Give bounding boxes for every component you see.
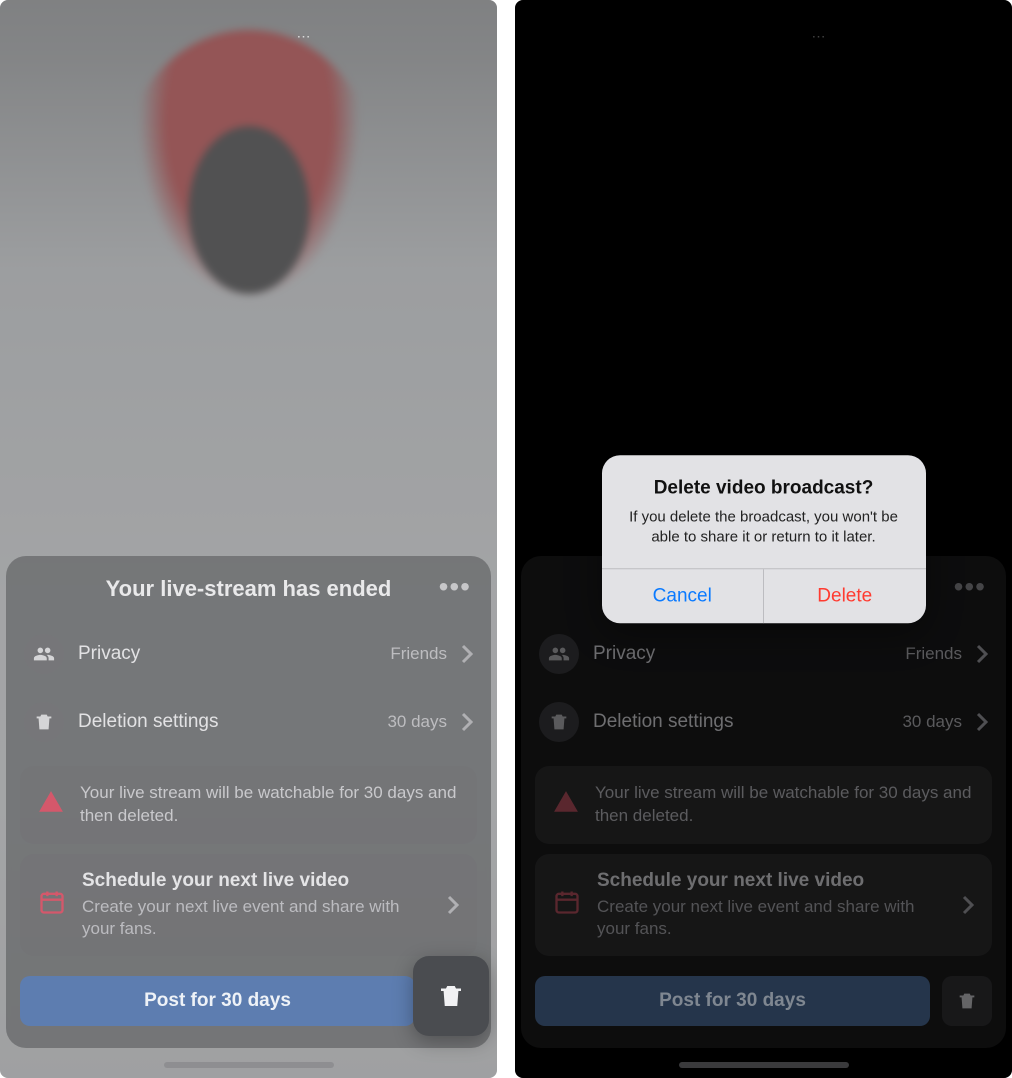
deletion-label: Deletion settings — [78, 711, 373, 733]
privacy-label: Privacy — [78, 643, 376, 665]
schedule-card[interactable]: Schedule your next live video Create you… — [20, 854, 477, 956]
privacy-row[interactable]: Privacy Friends — [6, 620, 491, 688]
post-button[interactable]: Post for 30 days — [20, 976, 415, 1026]
calendar-icon — [38, 888, 66, 921]
sheet-title: Your live-stream has ended — [106, 576, 392, 602]
phone-right: ⋯ Your live-stream has ended ••• Privacy… — [515, 0, 1012, 1078]
alert-title: Delete video broadcast? — [624, 477, 904, 499]
chevron-right-icon — [461, 644, 473, 664]
confirm-delete-button[interactable]: Delete — [764, 569, 926, 623]
chevron-right-icon — [461, 712, 473, 732]
alert-message: If you delete the broadcast, you won't b… — [624, 507, 904, 548]
warning-icon — [38, 789, 64, 820]
cancel-button[interactable]: Cancel — [602, 569, 765, 623]
home-indicator — [164, 1062, 334, 1068]
more-icon[interactable]: ••• — [439, 576, 471, 598]
privacy-value: Friends — [390, 644, 447, 664]
warning-text: Your live stream will be watchable for 3… — [80, 782, 459, 828]
chevron-right-icon — [447, 895, 459, 915]
people-icon — [24, 634, 64, 674]
schedule-title: Schedule your next live video — [82, 870, 431, 892]
home-indicator — [679, 1062, 849, 1068]
delete-button[interactable] — [413, 956, 489, 1036]
phone-left: ⋯ Your live-stream has ended ••• Privacy… — [0, 0, 497, 1078]
watchable-warning-card: Your live stream will be watchable for 3… — [20, 766, 477, 844]
delete-confirm-alert: Delete video broadcast? If you delete th… — [602, 455, 926, 623]
schedule-subtitle: Create your next live event and share wi… — [82, 896, 431, 940]
deletion-value: 30 days — [387, 712, 447, 732]
status-indicator: ⋯ — [297, 28, 313, 45]
trash-icon — [24, 702, 64, 742]
deletion-settings-row[interactable]: Deletion settings 30 days — [6, 688, 491, 756]
